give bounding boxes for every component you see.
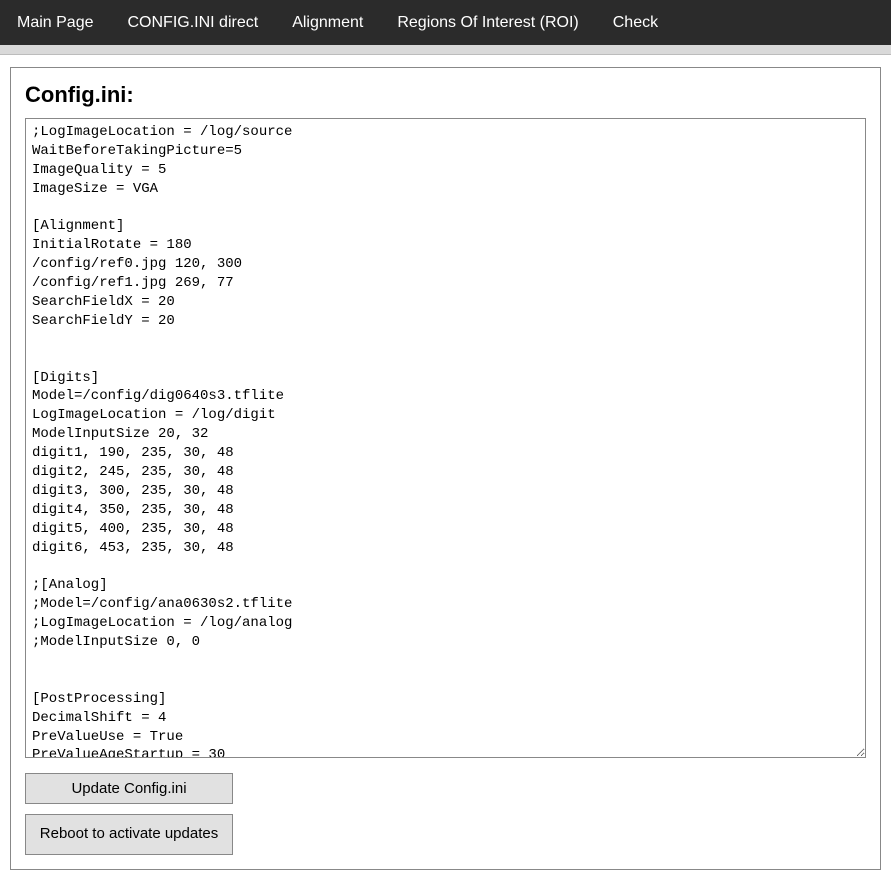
main-panel: Config.ini: ;LogImageLocation = /log/sou… bbox=[10, 67, 881, 870]
update-config-button[interactable]: Update Config.ini bbox=[25, 773, 233, 804]
nav-main-page[interactable]: Main Page bbox=[0, 0, 111, 45]
page-title: Config.ini: bbox=[25, 82, 866, 108]
nav-config-ini-direct[interactable]: CONFIG.INI direct bbox=[111, 0, 276, 45]
reboot-button[interactable]: Reboot to activate updates bbox=[25, 814, 233, 855]
nav-check[interactable]: Check bbox=[596, 0, 675, 45]
separator bbox=[0, 45, 891, 55]
navbar: Main Page CONFIG.INI direct Alignment Re… bbox=[0, 0, 891, 45]
nav-alignment[interactable]: Alignment bbox=[275, 0, 380, 45]
nav-regions-of-interest[interactable]: Regions Of Interest (ROI) bbox=[380, 0, 595, 45]
config-textarea[interactable]: ;LogImageLocation = /log/source WaitBefo… bbox=[25, 118, 866, 758]
